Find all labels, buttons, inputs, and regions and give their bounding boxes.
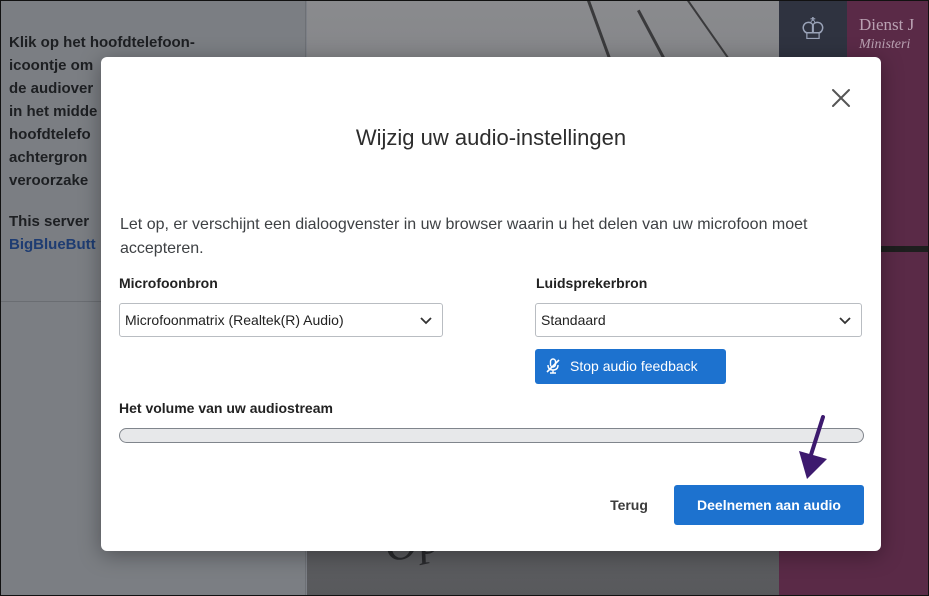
close-icon[interactable] <box>829 86 853 110</box>
stop-audio-feedback-button[interactable]: Stop audio feedback <box>535 349 726 384</box>
chevron-down-icon <box>839 317 851 325</box>
speaker-select[interactable]: Standaard <box>535 303 862 337</box>
microphone-select[interactable]: Microfoonmatrix (Realtek(R) Audio) <box>119 303 443 337</box>
ministry-line: Ministeri <box>859 37 911 52</box>
chevron-down-icon <box>420 317 432 325</box>
permission-notice: Let op, er verschijnt een dialoogvenster… <box>120 216 808 257</box>
volume-meter <box>119 428 864 443</box>
speaker-selected-value: Standaard <box>541 312 606 328</box>
annotation-arrow-icon <box>799 415 827 479</box>
join-audio-button[interactable]: Deelnemen aan audio <box>674 485 864 525</box>
crest-logo: ♔ <box>779 1 847 61</box>
volume-label: Het volume van uw audiostream <box>119 400 333 416</box>
microphone-off-icon <box>546 358 560 374</box>
welcome-line: Klik op het hoofdtelefoon- <box>9 34 195 51</box>
audio-settings-dialog: Wijzig uw audio-instellingen Let op, er … <box>101 57 881 551</box>
dialog-title: Wijzig uw audio-instellingen <box>355 125 627 150</box>
ministry-line: Dienst J <box>859 15 915 34</box>
back-button[interactable]: Terug <box>599 494 659 516</box>
speaker-label: Luidsprekerbron <box>536 275 648 291</box>
stop-audio-feedback-label: Stop audio feedback <box>570 358 698 374</box>
microphone-label: Microfoonbron <box>119 275 218 291</box>
microphone-selected-value: Microfoonmatrix (Realtek(R) Audio) <box>125 312 344 328</box>
ministry-name: Dienst J Ministeri <box>859 15 914 55</box>
